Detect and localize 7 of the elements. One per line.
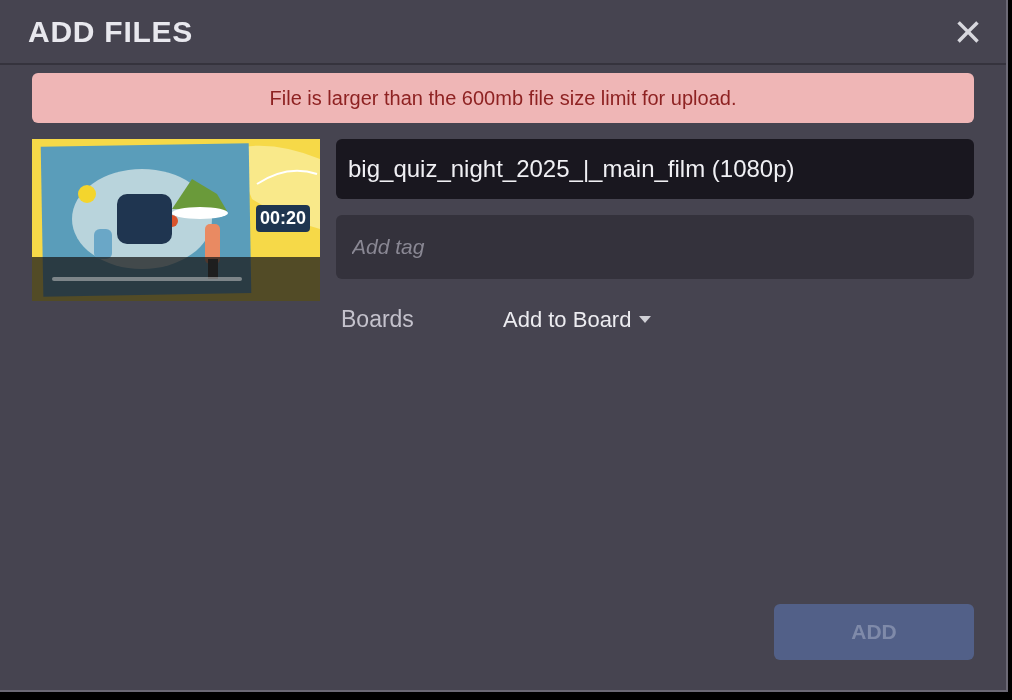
add-to-board-dropdown[interactable]: Add to Board bbox=[503, 302, 652, 336]
boards-label: Boards bbox=[341, 304, 415, 334]
error-alert: File is larger than the 600mb file size limit for upload. bbox=[32, 73, 974, 123]
caret-icon bbox=[639, 315, 652, 323]
duration-badge: 00:20 bbox=[256, 205, 311, 232]
dialog-title: ADD FILES bbox=[28, 14, 194, 50]
file-name-field[interactable]: big_quiz_night_2025_|_main_film (1080p) bbox=[336, 139, 974, 199]
